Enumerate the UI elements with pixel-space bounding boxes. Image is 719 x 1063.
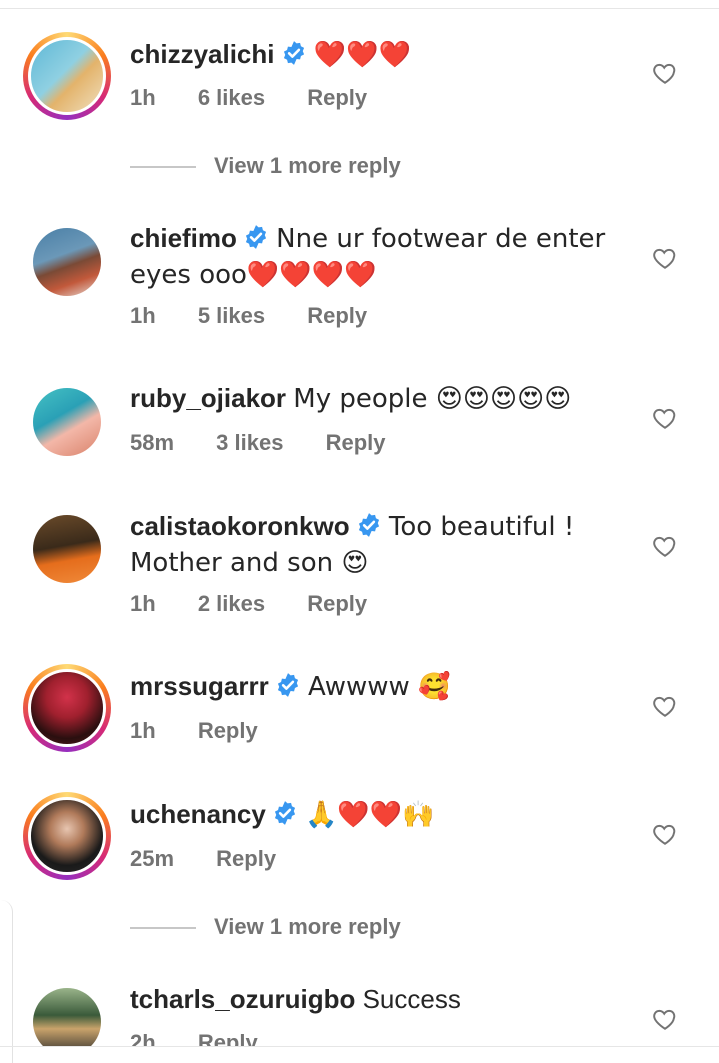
avatar[interactable] — [23, 978, 111, 1046]
comment-body: Success — [362, 984, 461, 1014]
reply-button[interactable]: Reply — [198, 1030, 258, 1046]
bottom-divider — [0, 1046, 719, 1047]
comment-item: tcharls_ozuruigbo Success 2h Reply — [0, 0, 719, 1046]
comment-text: tcharls_ozuruigbo Success — [130, 983, 630, 1016]
comment-time: 2h — [130, 1030, 156, 1046]
username[interactable]: tcharls_ozuruigbo — [130, 984, 355, 1014]
heart-outline-icon[interactable] — [652, 1006, 678, 1032]
